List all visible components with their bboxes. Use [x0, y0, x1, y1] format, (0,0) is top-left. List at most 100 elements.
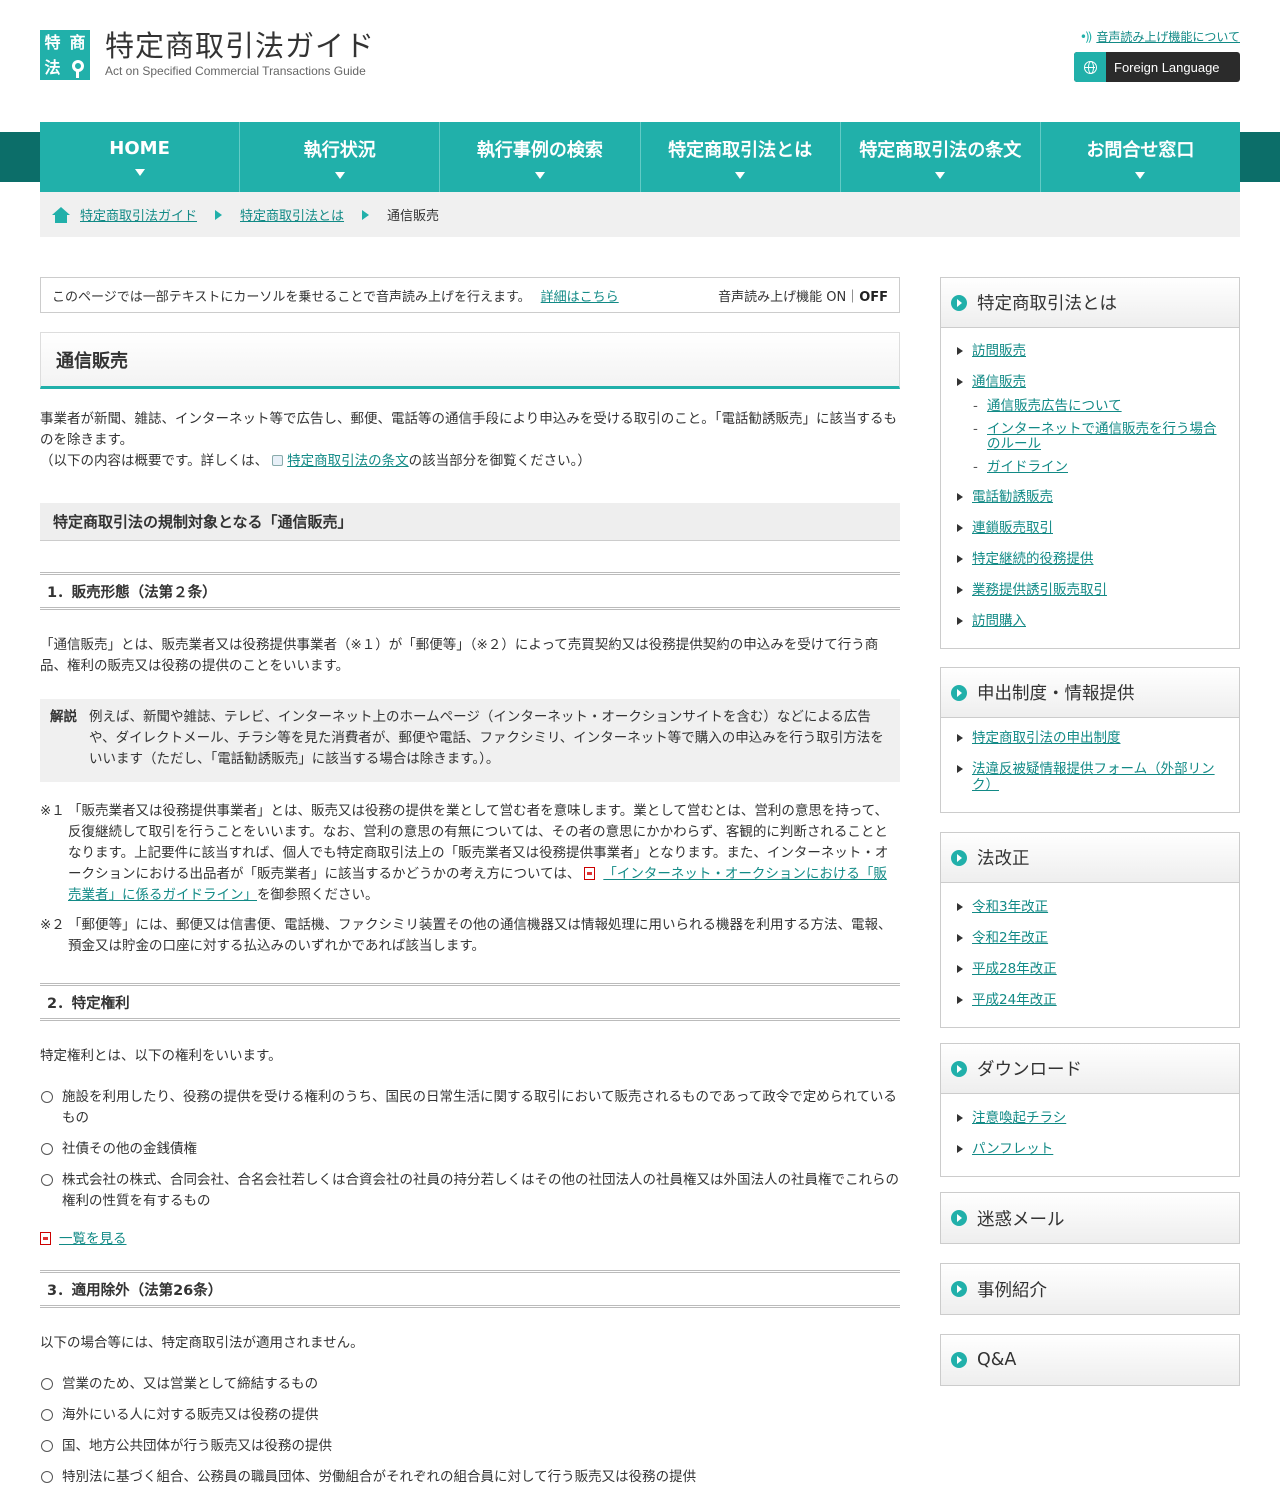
- triangle-right-icon: [957, 1114, 963, 1122]
- sidebar-link[interactable]: 電話勧誘販売: [972, 489, 1053, 505]
- nav-home[interactable]: HOME: [40, 122, 241, 192]
- sidebar-box-title-text: ダウンロード: [977, 1060, 1082, 1080]
- triangle-right-icon: [957, 378, 963, 386]
- sidebar-subitem: - ガイドライン: [973, 459, 1068, 475]
- triangle-right-icon: [957, 965, 963, 973]
- nav-contact[interactable]: お問合せ窓口: [1041, 122, 1240, 192]
- document-icon: [272, 455, 284, 466]
- sidebar-box-title-text: 特定商取引法とは: [977, 294, 1117, 314]
- sidebar-subitem: - 通信販売広告について: [973, 398, 1122, 414]
- sidebar-link[interactable]: 令和2年改正: [972, 930, 1048, 946]
- sidebar-link[interactable]: 注意喚起チラシ: [972, 1110, 1066, 1126]
- sidebar-box-title[interactable]: 申出制度・情報提供: [941, 668, 1239, 718]
- intro-line2-post: の該当部分を御覧ください。）: [408, 453, 591, 469]
- triangle-right-icon: [957, 493, 963, 501]
- pdf-icon: [40, 1232, 51, 1245]
- sidebar-box-amendments: 法改正 令和3年改正 令和2年改正 平成28年改正 平成24年改正: [940, 832, 1240, 1028]
- triangle-right-icon: [957, 555, 963, 563]
- sidebar-box-title[interactable]: ダウンロード: [941, 1044, 1239, 1094]
- sidebar-link[interactable]: 特定継続的役務提供: [972, 551, 1094, 567]
- sidebar-link[interactable]: 特定商取引法の申出制度: [972, 730, 1121, 746]
- sidebar-item: 特定継続的役務提供: [957, 551, 1225, 567]
- list-item-text: 施設を利用したり、役務の提供を受ける権利のうち、国民の日常生活に関する取引におい…: [62, 1089, 897, 1126]
- details-link[interactable]: 詳細はこちら: [541, 286, 619, 305]
- main-content: このページでは一部テキストにカーソルを乗せることで音声読み上げを行えます。 詳細…: [40, 277, 900, 1488]
- sidebar-sublink[interactable]: ガイドライン: [987, 460, 1068, 475]
- nav-law-text[interactable]: 特定商取引法の条文: [841, 122, 1041, 192]
- pdf-icon: [584, 867, 596, 880]
- list-item: 施設を利用したり、役務の提供を受ける権利のうち、国民の日常生活に関する取引におい…: [40, 1087, 900, 1129]
- sidebar-link[interactable]: 連鎖販売取引: [972, 520, 1053, 536]
- list-item-text: 営業のため、又は営業として締結するもの: [62, 1376, 319, 1392]
- sidebar-box-title[interactable]: 事例紹介: [941, 1264, 1239, 1314]
- triangle-right-icon: [957, 903, 963, 911]
- sidebar-box-title[interactable]: 法改正: [941, 833, 1239, 883]
- sidebar-item: 業務提供誘引販売取引: [957, 582, 1225, 598]
- sidebar-link[interactable]: 業務提供誘引販売取引: [972, 582, 1107, 598]
- triangle-right-icon: [957, 996, 963, 1004]
- sidebar-box-about-law: 特定商取引法とは 訪問販売 通信販売 - 通信販売広告について - インターネットで…: [940, 277, 1240, 649]
- sidebar-link[interactable]: 平成24年改正: [972, 992, 1057, 1008]
- sidebar-sublink[interactable]: 通信販売広告について: [987, 399, 1122, 414]
- triangle-right-icon: [957, 765, 963, 773]
- circle-bullet-icon: [41, 1174, 53, 1186]
- nav-case-search[interactable]: 執行事例の検索: [440, 122, 641, 192]
- nav-label: 特定商取引法の条文: [859, 139, 1022, 161]
- sidebar: ダウンロード 注意喚起チラシ パンフレット: [940, 1043, 1240, 1177]
- sidebar: Q&A: [940, 1334, 1240, 1386]
- caret-down-icon: [935, 171, 946, 179]
- sidebar-link[interactable]: 平成28年改正: [972, 961, 1057, 977]
- sidebar-link[interactable]: 訪問購入: [972, 613, 1026, 629]
- nav-label: お問合せ窓口: [1086, 139, 1195, 161]
- sidebar-link[interactable]: 通信販売: [972, 374, 1026, 390]
- logo-char: 特: [44, 32, 61, 52]
- sidebar-item: 特定商取引法の申出制度: [957, 730, 1225, 746]
- sidebar-box-title[interactable]: 特定商取引法とは: [941, 278, 1239, 328]
- foreign-language-button[interactable]: Foreign Language: [1074, 52, 1240, 82]
- circle-arrow-icon: [951, 294, 967, 311]
- view-list-link[interactable]: 一覧を見る: [59, 1231, 127, 1247]
- sidebar-item: 令和2年改正: [957, 930, 1225, 946]
- sidebar-item: 平成24年改正: [957, 992, 1225, 1008]
- list-item-text: 株式会社の株式、合同会社、合名会社若しくは合資会社の社員の持分若しくはその他の社…: [62, 1172, 899, 1209]
- circle-bullet-icon: [41, 1378, 53, 1390]
- nav-label: 執行状況: [303, 139, 376, 161]
- list-item: 営業のため、又は営業として締結するもの: [40, 1374, 900, 1395]
- law-text-link[interactable]: 特定商取引法の条文: [287, 453, 409, 469]
- sidebar-box-title[interactable]: 迷惑メール: [941, 1193, 1239, 1243]
- sidebar-subitem: - インターネットで通信販売を行う場合のルール: [973, 422, 1225, 452]
- circle-bullet-icon: [41, 1091, 53, 1103]
- circle-arrow-icon: [951, 684, 967, 701]
- nav-label: HOME: [109, 138, 170, 159]
- sidebar-box-qa[interactable]: Q&A: [940, 1334, 1240, 1386]
- circle-arrow-icon: [951, 1281, 967, 1297]
- sidebar-item: 連鎖販売取引: [957, 520, 1225, 536]
- sidebar-link[interactable]: 令和3年改正: [972, 899, 1048, 915]
- voice-feature-link[interactable]: •)) 音声読み上げ機能について: [1080, 28, 1240, 45]
- sidebar-link[interactable]: 法違反被疑情報提供フォーム（外部リンク）: [972, 761, 1225, 793]
- voice-feature-link-text[interactable]: 音声読み上げ機能について: [1096, 28, 1240, 45]
- sidebar-box-title-text: 法改正: [977, 849, 1030, 869]
- subsection-heading: 3．適用除外（法第26条）: [40, 1270, 900, 1308]
- sidebar-box-title[interactable]: Q&A: [941, 1335, 1239, 1385]
- nav-enforcement[interactable]: 執行状況: [240, 122, 441, 192]
- footnote: ※１ 「販売業者又は役務提供事業者」とは、販売又は役務の提供を業として営む者を意…: [40, 801, 900, 906]
- triangle-right-icon: [957, 524, 963, 532]
- nav-about-law[interactable]: 特定商取引法とは: [641, 122, 841, 192]
- sidebar-link[interactable]: 訪問販売: [972, 343, 1026, 359]
- sidebar-item: 電話勧誘販売: [957, 489, 1225, 505]
- footnote-text: 「郵便等」には、郵便又は信書便、電話機、ファクシミリ装置その他の通信機器又は情報…: [68, 917, 892, 954]
- voice-toggle-off[interactable]: OFF: [859, 290, 888, 305]
- voice-toggle[interactable]: 音声読み上げ機能 ON｜OFF: [718, 286, 888, 305]
- sidebar-box-spam[interactable]: 迷惑メール: [940, 1192, 1240, 1244]
- footnote: ※２ 「郵便等」には、郵便又は信書便、電話機、ファクシミリ装置その他の通信機器又…: [40, 915, 900, 957]
- breadcrumb-link[interactable]: 特定商取引法とは: [240, 205, 344, 224]
- sidebar: 申出制度・情報提供 特定商取引法の申出制度 法違反被疑情報提供フォーム（外部リン…: [940, 667, 1240, 813]
- sidebar-box-cases[interactable]: 事例紹介: [940, 1263, 1240, 1315]
- sidebar-link[interactable]: パンフレット: [972, 1141, 1053, 1157]
- list-item: 株式会社の株式、合同会社、合名会社若しくは合資会社の社員の持分若しくはその他の社…: [40, 1170, 900, 1212]
- breadcrumb-link[interactable]: 特定商取引法ガイド: [80, 205, 197, 224]
- triangle-right-icon: [957, 617, 963, 625]
- site-logo[interactable]: 特 商 法 特定商取引法ガイド Act on Specified Commerc…: [40, 30, 375, 80]
- sidebar-sublink[interactable]: インターネットで通信販売を行う場合のルール: [987, 422, 1225, 452]
